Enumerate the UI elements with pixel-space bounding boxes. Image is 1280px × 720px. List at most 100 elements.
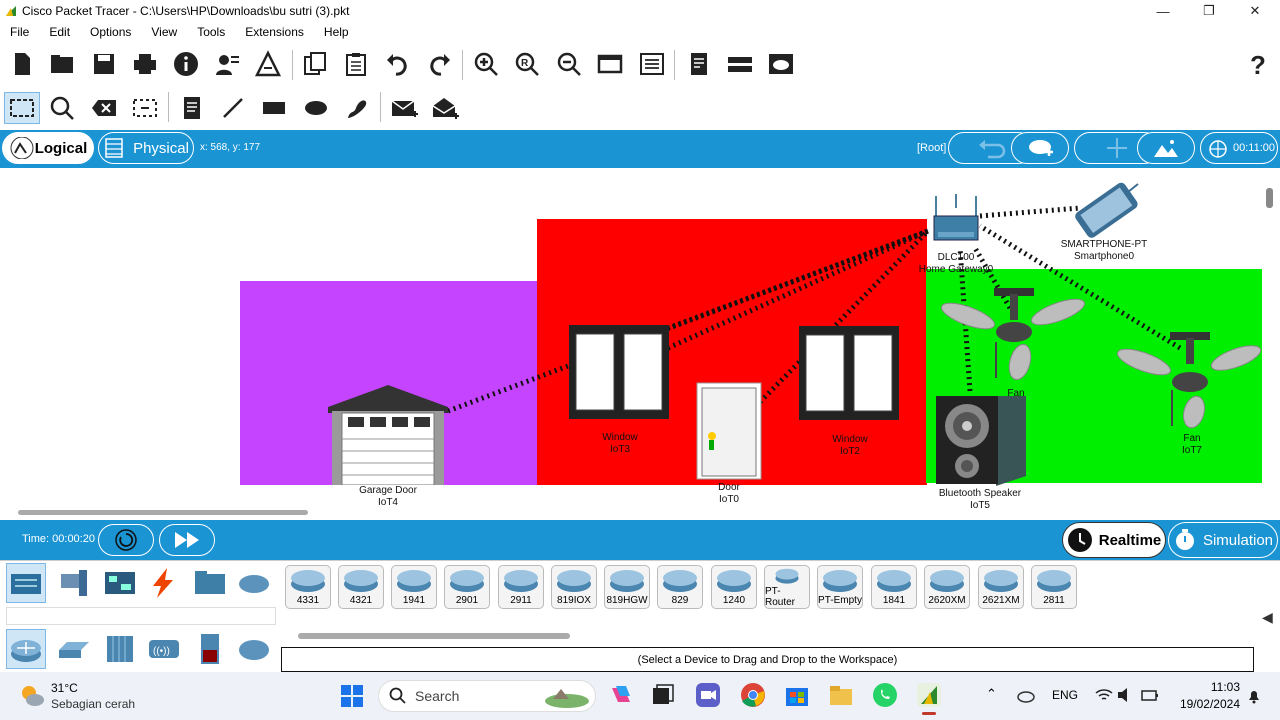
logical-workspace[interactable]: Garage Door IoT4 Window IoT3 Door IoT0 Wind… bbox=[0, 168, 1280, 520]
taskbar-clock-date[interactable]: 19/02/2024 bbox=[1168, 697, 1240, 711]
print-icon[interactable] bbox=[129, 48, 161, 80]
security-subcategory[interactable] bbox=[190, 629, 230, 669]
window-iot2-device[interactable] bbox=[798, 325, 900, 421]
wireless-devices-subcategory[interactable]: ((•)) bbox=[144, 629, 184, 669]
device-model-item[interactable]: 829 bbox=[657, 565, 703, 609]
notes-icon[interactable] bbox=[683, 48, 715, 80]
device-model-item[interactable]: 2621XM bbox=[978, 565, 1024, 609]
help-question-icon[interactable]: ? bbox=[1242, 48, 1274, 80]
menu-options[interactable]: Options bbox=[80, 25, 141, 39]
custom-device-dialog-icon[interactable] bbox=[636, 48, 668, 80]
delete-icon[interactable] bbox=[88, 92, 120, 124]
packet-tracer-taskbar-icon[interactable] bbox=[916, 682, 942, 708]
device-model-item[interactable]: 2901 bbox=[444, 565, 490, 609]
zoom-reset-icon[interactable]: R bbox=[511, 48, 543, 80]
menu-file[interactable]: File bbox=[0, 25, 39, 39]
device-model-item[interactable]: 1240 bbox=[711, 565, 757, 609]
windows-start-icon[interactable] bbox=[340, 684, 364, 708]
device-model-item[interactable]: 1941 bbox=[391, 565, 437, 609]
open-folder-icon[interactable] bbox=[46, 48, 78, 80]
new-file-icon[interactable] bbox=[6, 48, 38, 80]
show-hidden-icons-chevron-icon[interactable]: ⌃ bbox=[986, 686, 997, 702]
drawing-palette-icon[interactable] bbox=[594, 48, 626, 80]
door-iot0-device[interactable] bbox=[696, 382, 762, 480]
window-iot3-device[interactable] bbox=[568, 324, 670, 420]
device-model-item[interactable]: PT-Router bbox=[764, 565, 810, 609]
device-model-item[interactable]: PT-Empty bbox=[817, 565, 863, 609]
device-model-item[interactable]: 2911 bbox=[498, 565, 544, 609]
fan-iot7-device[interactable] bbox=[1116, 330, 1264, 430]
fan-iot6-device[interactable] bbox=[940, 286, 1090, 386]
zoom-in-icon[interactable] bbox=[470, 48, 502, 80]
cloud-screen-icon[interactable] bbox=[765, 48, 797, 80]
bluetooth-speaker-device[interactable] bbox=[934, 394, 1028, 486]
copy-icon[interactable] bbox=[299, 48, 331, 80]
connections-category[interactable] bbox=[144, 563, 184, 603]
miscellaneous-category[interactable] bbox=[190, 563, 230, 603]
whatsapp-icon[interactable] bbox=[872, 682, 898, 708]
task-view-icon[interactable] bbox=[650, 682, 676, 708]
scroll-left-arrow-icon[interactable]: ◀ bbox=[1262, 609, 1273, 626]
taskbar-clock-time[interactable]: 11:03 bbox=[1180, 680, 1240, 694]
device-model-item[interactable]: 2811 bbox=[1031, 565, 1077, 609]
device-model-item[interactable]: 4321 bbox=[338, 565, 384, 609]
smartphone-device[interactable] bbox=[1066, 180, 1144, 240]
workspace-vertical-scrollbar[interactable] bbox=[1266, 188, 1273, 208]
add-complex-pdu-icon[interactable] bbox=[429, 92, 461, 124]
volume-icon[interactable] bbox=[1116, 686, 1134, 704]
microsoft-store-icon[interactable] bbox=[784, 682, 810, 708]
switches-subcategory[interactable] bbox=[54, 629, 94, 669]
set-background-button[interactable] bbox=[1137, 132, 1195, 164]
device-model-item[interactable]: 2620XM bbox=[924, 565, 970, 609]
paste-icon[interactable] bbox=[340, 48, 372, 80]
logical-view-button[interactable]: Logical bbox=[2, 132, 94, 164]
wifi-icon[interactable] bbox=[1094, 686, 1114, 704]
garage-door-device[interactable] bbox=[326, 383, 450, 485]
redo-icon[interactable] bbox=[423, 48, 455, 80]
fast-forward-button[interactable] bbox=[159, 524, 215, 556]
notification-bell-icon[interactable] bbox=[1246, 688, 1262, 704]
wan-emulation-subcategory[interactable] bbox=[234, 629, 274, 669]
hubs-subcategory[interactable] bbox=[100, 629, 140, 669]
select-icon[interactable] bbox=[4, 92, 40, 124]
battery-icon[interactable] bbox=[1140, 686, 1160, 704]
file-explorer-icon[interactable] bbox=[828, 682, 854, 708]
chrome-icon[interactable] bbox=[740, 682, 766, 708]
workspace-horizontal-scrollbar[interactable] bbox=[18, 510, 308, 515]
menu-view[interactable]: View bbox=[141, 25, 187, 39]
new-cluster-button[interactable] bbox=[1011, 132, 1069, 164]
save-icon[interactable] bbox=[88, 48, 120, 80]
menu-extensions[interactable]: Extensions bbox=[235, 25, 314, 39]
draw-ellipse-icon[interactable] bbox=[300, 92, 332, 124]
draw-rectangle-icon[interactable] bbox=[258, 92, 290, 124]
onedrive-cloud-icon[interactable] bbox=[1016, 687, 1036, 705]
place-note-icon[interactable] bbox=[176, 92, 208, 124]
home-gateway-device[interactable] bbox=[930, 194, 982, 250]
routers-subcategory[interactable] bbox=[6, 629, 46, 669]
realtime-mode-button[interactable]: Realtime bbox=[1062, 522, 1166, 558]
draw-line-icon[interactable] bbox=[217, 92, 249, 124]
power-cycle-button[interactable] bbox=[98, 524, 154, 556]
add-simple-pdu-icon[interactable] bbox=[388, 92, 420, 124]
restore-icon[interactable]: ❐ bbox=[1186, 0, 1232, 22]
simulation-mode-button[interactable]: Simulation bbox=[1168, 522, 1278, 558]
freeform-draw-icon[interactable] bbox=[341, 92, 373, 124]
device-model-item[interactable]: 4331 bbox=[285, 565, 331, 609]
undo-icon[interactable] bbox=[382, 48, 414, 80]
network-device-icon[interactable] bbox=[724, 48, 756, 80]
device-list-scrollbar[interactable] bbox=[298, 633, 570, 639]
copilot-icon[interactable] bbox=[608, 682, 634, 708]
activity-wizard-icon[interactable] bbox=[252, 48, 284, 80]
user-profile-icon[interactable] bbox=[211, 48, 243, 80]
close-icon[interactable]: ✕ bbox=[1232, 0, 1278, 22]
device-model-item[interactable]: 819HGW bbox=[604, 565, 650, 609]
end-devices-category[interactable] bbox=[54, 563, 94, 603]
physical-view-button[interactable]: Physical bbox=[98, 132, 194, 164]
zoom-out-icon[interactable] bbox=[553, 48, 585, 80]
components-category[interactable] bbox=[100, 563, 140, 603]
weather-sun-cloud-icon[interactable] bbox=[18, 682, 46, 710]
menu-edit[interactable]: Edit bbox=[39, 25, 80, 39]
minimize-icon[interactable]: — bbox=[1140, 0, 1186, 22]
zoom-meeting-icon[interactable] bbox=[695, 682, 721, 708]
menu-tools[interactable]: Tools bbox=[187, 25, 235, 39]
